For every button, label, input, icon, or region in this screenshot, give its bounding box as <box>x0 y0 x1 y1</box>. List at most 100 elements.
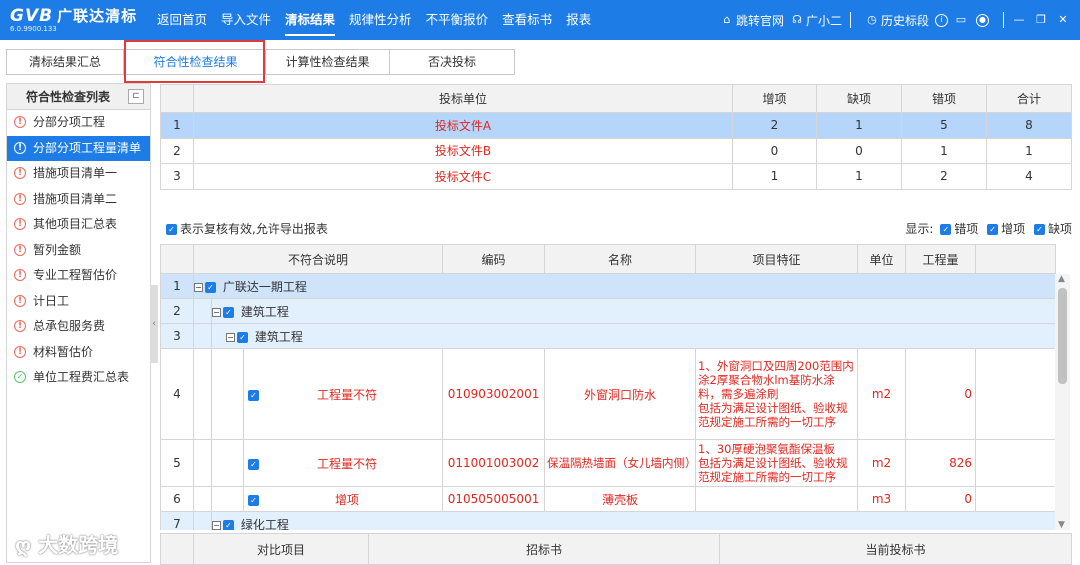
table-row[interactable]: 1 投标文件A 2 1 5 8 <box>160 112 1072 139</box>
table-row[interactable]: 3 投标文件C 1 1 2 4 <box>160 163 1072 190</box>
info-icon[interactable]: i <box>935 13 948 27</box>
app-logo: GVB 广联达清标 6.0.9900.133 <box>10 6 138 33</box>
headset-icon: ☊ <box>792 13 802 26</box>
message-icon[interactable]: ▭ <box>954 13 968 27</box>
list-item[interactable]: ! 暂列金额 <box>7 238 150 264</box>
collapse-icon[interactable]: − <box>212 520 221 530</box>
warning-icon: ! <box>14 141 26 154</box>
checkbox-icon: ✓ <box>1033 224 1045 235</box>
assistant-button[interactable]: ☊ 广小二 <box>790 12 842 29</box>
scroll-thumb[interactable] <box>1058 288 1067 384</box>
close-icon[interactable]: ✕ <box>1056 13 1070 27</box>
tree-row[interactable]: 1 − ✓ 广联达一期工程 <box>160 273 1057 299</box>
checkbox-icon[interactable]: ✓ <box>248 494 259 506</box>
list-item[interactable]: ! 总承包服务费 <box>7 314 150 340</box>
col-missing: 缺项 <box>816 84 902 113</box>
checkbox-icon[interactable]: ✓ <box>223 519 234 530</box>
warning-icon: ! <box>14 345 26 358</box>
list-item[interactable]: ✓ 单位工程费汇总表 <box>7 365 150 391</box>
col-name: 名称 <box>544 244 697 274</box>
col-current-bid: 当前投标书 <box>719 533 1072 565</box>
nav-pattern-analysis[interactable]: 规律性分析 <box>342 0 419 40</box>
right-toolbar: ⌂ 跳转官网 ☊ 广小二 ◷ 历史标段 i ▭ ● — ❐ ✕ <box>714 0 1072 40</box>
col-quantity: 工程量 <box>905 244 977 274</box>
collapse-icon[interactable]: − <box>194 282 203 292</box>
col-tender: 招标书 <box>368 533 720 565</box>
tab-summary[interactable]: 清标结果汇总 <box>6 49 124 75</box>
col-index <box>160 533 194 565</box>
vertical-scrollbar[interactable]: ▲ ▼ <box>1055 274 1070 530</box>
list-item[interactable]: ! 其他项目汇总表 <box>7 212 150 238</box>
col-feature: 项目特征 <box>695 244 859 274</box>
checkbox-icon: ✓ <box>940 224 952 235</box>
col-bidder: 投标单位 <box>193 84 733 113</box>
nav-import-file[interactable]: 导入文件 <box>214 0 278 40</box>
tab-calculation[interactable]: 计算性检查结果 <box>265 49 390 75</box>
user-icon[interactable]: ● <box>976 13 989 27</box>
col-wrong: 错项 <box>901 84 987 113</box>
checkbox-icon[interactable]: ✓ <box>248 389 259 401</box>
compare-table: 对比项目 招标书 当前投标书 <box>160 533 1072 565</box>
checkbox-icon[interactable]: ✓ <box>205 281 216 293</box>
collapse-panel-icon[interactable]: ⊏ <box>128 89 144 104</box>
filter-add-checkbox[interactable]: ✓ 增项 <box>987 222 1025 236</box>
tab-rejection[interactable]: 否决投标 <box>389 49 515 75</box>
tree-row[interactable]: 3 − ✓ 建筑工程 <box>160 323 1057 349</box>
table-row[interactable]: 4 ✓ 工程量不符 010903002001 外窗洞口防水 1、外窗洞口及四周20… <box>160 348 1057 440</box>
table-row[interactable]: 5 ✓ 工程量不符 011001003002 保温隔热墙面（女儿墙内侧） 1、30… <box>160 439 1057 487</box>
valid-review-checkbox[interactable]: ✓ 表示复核有效,允许导出报表 <box>166 220 328 237</box>
filter-missing-checkbox[interactable]: ✓ 缺项 <box>1033 222 1072 236</box>
collapse-icon[interactable]: − <box>226 332 235 342</box>
restore-icon[interactable]: ❐ <box>1034 13 1048 27</box>
home-icon: ⌂ <box>723 13 731 26</box>
checkbox-icon[interactable]: ✓ <box>223 306 234 318</box>
official-site-link[interactable]: ⌂ 跳转官网 <box>720 12 784 29</box>
filter-bar: ✓ 表示复核有效,允许导出报表 显示: ✓ 错项 ✓ 增项 ✓ 缺项 <box>160 216 1072 238</box>
warning-icon: ! <box>14 320 26 332</box>
warning-icon: ! <box>14 167 26 179</box>
conformity-list-panel: 符合性检查列表 ⊏ ! 分部分项工程 ! 分部分项工程量清单 ! 措施项目清单一 ! 措… <box>6 83 151 563</box>
list-item[interactable]: ! 专业工程暂估价 <box>7 263 150 289</box>
tree-row[interactable]: 2 − ✓ 建筑工程 <box>160 298 1057 324</box>
checkbox-icon[interactable]: ✓ <box>248 458 259 470</box>
panel-splitter[interactable]: ‹ <box>150 285 158 363</box>
col-description: 不符合说明 <box>192 244 444 274</box>
col-compare-item: 对比项目 <box>193 533 369 565</box>
col-total: 合计 <box>986 84 1072 113</box>
scroll-down-icon[interactable]: ▼ <box>1058 520 1065 530</box>
minimize-icon[interactable]: — <box>1012 13 1026 27</box>
nav-unbalanced-quote[interactable]: 不平衡报价 <box>419 0 496 40</box>
list-item[interactable]: ! 材料暂估价 <box>7 340 150 366</box>
table-row[interactable]: 2 投标文件B 0 0 1 1 <box>160 137 1072 164</box>
top-bar: GVB 广联达清标 6.0.9900.133 返回首页 导入文件 清标结果 规律性… <box>0 0 1080 40</box>
col-index <box>160 244 194 274</box>
warning-icon: ! <box>14 269 26 281</box>
nav-reports[interactable]: 报表 <box>559 0 598 40</box>
checkbox-icon: ✓ <box>987 224 999 235</box>
list-item[interactable]: ! 分部分项工程 <box>7 110 150 136</box>
warning-icon: ! <box>14 243 26 256</box>
warning-icon: ! <box>14 192 26 205</box>
list-item[interactable]: ! 措施项目清单二 <box>7 187 150 213</box>
col-index <box>160 84 194 113</box>
nav-clearing-results[interactable]: 清标结果 <box>278 0 342 40</box>
list-item[interactable]: ! 计日工 <box>7 289 150 315</box>
filter-wrong-checkbox[interactable]: ✓ 错项 <box>940 222 978 236</box>
bidders-table: 投标单位 增项 缺项 错项 合计 1 投标文件A 2 1 5 8 2 投标文件B… <box>160 84 1072 190</box>
table-row[interactable]: 6 ✓ 增项 010505005001 薄壳板 m3 0 <box>160 486 1057 512</box>
display-options: 显示: ✓ 错项 ✓ 增项 ✓ 缺项 <box>905 222 1072 236</box>
warning-icon: ! <box>14 294 26 307</box>
warning-icon: ! <box>14 116 26 128</box>
main-nav: 返回首页 导入文件 清标结果 规律性分析 不平衡报价 查看标书 报表 <box>150 0 598 40</box>
scroll-up-icon[interactable]: ▲ <box>1058 274 1065 284</box>
checkbox-icon[interactable]: ✓ <box>237 331 248 343</box>
nav-view-bid[interactable]: 查看标书 <box>495 0 559 40</box>
check-circle-icon: ✓ <box>14 371 26 383</box>
checkbox-icon: ✓ <box>166 224 177 235</box>
list-item[interactable]: ! 措施项目清单一 <box>7 161 150 187</box>
nav-home[interactable]: 返回首页 <box>150 0 214 40</box>
list-item[interactable]: ! 分部分项工程量清单 <box>7 135 150 161</box>
collapse-icon[interactable]: − <box>212 307 221 317</box>
tree-row[interactable]: 7 − ✓ 绿化工程 <box>160 511 1057 530</box>
history-button[interactable]: ◷ 历史标段 <box>865 12 929 29</box>
